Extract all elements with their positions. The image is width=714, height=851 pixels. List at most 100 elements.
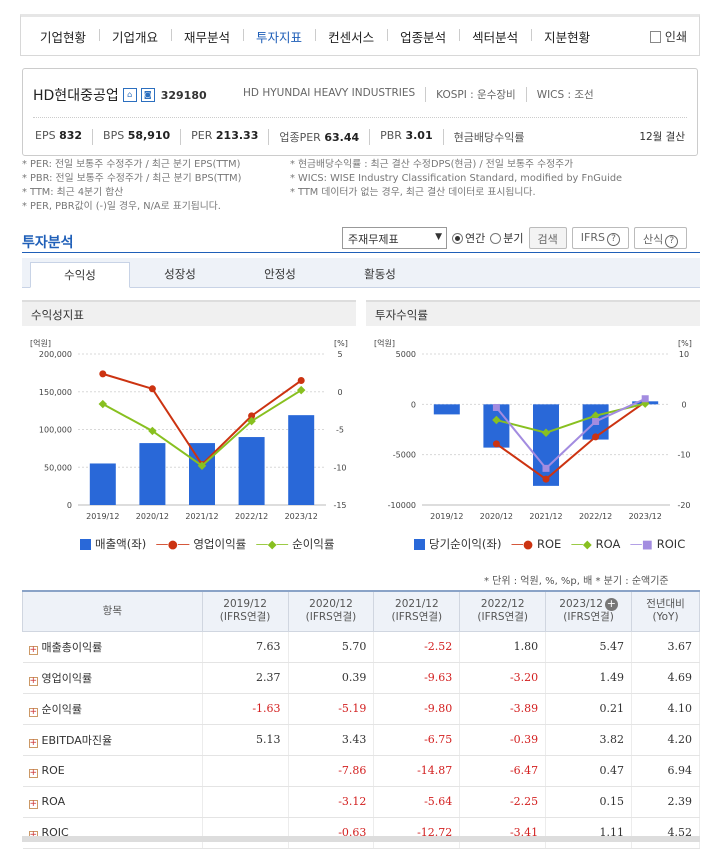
table-cell: -5.64 [373, 786, 461, 818]
note-line: * PER, PBR값이 (-)일 경우, N/A로 표기됩니다. [22, 201, 221, 212]
header-2022: 2022/12 (IFRS연결) [459, 590, 547, 632]
table-cell: 0.21 [545, 693, 633, 725]
expand-icon[interactable]: + [28, 738, 38, 748]
table-cell: -3.20 [459, 662, 547, 694]
expand-icon[interactable]: + [28, 768, 38, 778]
company-name[interactable]: HD현대중공업 [33, 85, 119, 105]
section-title: 투자분석 [22, 235, 74, 251]
tab-activity[interactable]: 활동성 [330, 262, 430, 288]
x-tick-label: 2023/12 [629, 512, 662, 521]
right-tick-label: 0 [681, 400, 686, 409]
horizontal-scrollbar[interactable] [22, 836, 700, 842]
legend-item[interactable]: ―◆― 순이익률 [256, 536, 334, 552]
table-cell: -2.25 [459, 786, 547, 818]
right-tick-label: -10 [677, 451, 690, 460]
header-2023: 2023/12 + (IFRS연결) [545, 590, 633, 632]
table-row: + ROIC -0.63 -12.72 -3.41 1.11 4.52 [22, 817, 700, 849]
data-point [99, 370, 107, 378]
legend-item[interactable]: 당기순이익(좌) [414, 536, 501, 552]
table-cell: 5.47 [545, 631, 633, 663]
radio-annual[interactable]: 연간 [452, 230, 485, 246]
expand-icon[interactable]: + [28, 799, 38, 809]
table-cell: 1.49 [545, 662, 633, 694]
legend-item[interactable]: ―● ROE [511, 537, 561, 551]
row-label[interactable]: + ROA [22, 786, 203, 818]
table-cell: 7.63 [202, 631, 289, 663]
data-point [98, 399, 108, 409]
table-cell: -2.52 [373, 631, 461, 663]
nav-item-company-status[interactable]: 기업현황 [27, 27, 99, 46]
chart1-legend: 매출액(좌) ―●― 영업이익률 ―◆― 순이익률 [80, 536, 334, 552]
stat-bps: BPS 58,910 [92, 129, 180, 145]
right-tick-label: -15 [333, 501, 346, 510]
table-cell [202, 786, 289, 818]
note-line: * 현금배당수익률 : 최근 결산 수정DPS(현금) / 전일 보통주 수정주… [290, 159, 574, 170]
table-cell: -7.86 [288, 755, 375, 787]
table-cell: 5.13 [202, 724, 289, 756]
settlement-month: 12월 결산 [639, 131, 685, 143]
legend-line-swatch-icon: ―●― [156, 537, 190, 551]
tab-growth[interactable]: 성장성 [130, 262, 230, 288]
search-button[interactable]: 검색 [528, 227, 567, 249]
profitability-chart: 200,000 150,000 100,000 50,000 0 5 0 -5 -10 -15 [억… [30, 338, 348, 521]
x-tick-label: 2020/12 [136, 512, 169, 521]
nav-item-financial-analysis[interactable]: 재무분석 [171, 27, 243, 46]
tab-profitability[interactable]: 수익성 [30, 262, 130, 288]
add-column-icon[interactable]: + [604, 598, 618, 612]
row-label[interactable]: + 매출총이익률 [22, 631, 203, 663]
table-cell: -6.75 [373, 724, 461, 756]
expand-icon[interactable]: + [28, 645, 38, 655]
expand-icon[interactable]: + [28, 676, 38, 686]
row-label[interactable]: + 영업이익률 [22, 662, 203, 694]
table-row: + 순이익률 -1.63 -5.19 -9.80 -3.89 0.21 4.10 [22, 693, 700, 725]
x-tick-label: 2022/12 [579, 512, 612, 521]
right-unit-label: [%] [678, 339, 692, 348]
nav-item-investment-indicators[interactable]: 투자지표 [243, 27, 315, 46]
notes-right: * 현금배당수익률 : 최근 결산 수정DPS(현금) / 전일 보통주 수정주… [290, 158, 700, 200]
table-cell: -0.39 [459, 724, 547, 756]
nav-item-consensus[interactable]: 컨센서스 [315, 27, 387, 46]
table-cell: -9.63 [373, 662, 461, 694]
table-cell [202, 817, 289, 849]
print-button[interactable]: 인쇄 [649, 28, 687, 45]
nav-item-sector-analysis[interactable]: 섹터분석 [459, 27, 531, 46]
header-item: 항목 [22, 590, 203, 632]
radio-quarter[interactable]: 분기 [490, 230, 524, 246]
notes-left: * PER: 전일 보통주 수정주가 / 최근 분기 EPS(TTM) * PB… [22, 158, 290, 214]
row-label[interactable]: + ROIC [22, 817, 203, 849]
row-label[interactable]: + 순이익률 [22, 693, 203, 725]
nav-item-industry-analysis[interactable]: 업종분석 [387, 27, 459, 46]
company-english-name: HD HYUNDAI HEAVY INDUSTRIES [243, 87, 416, 99]
row-label[interactable]: + EBITDA마진율 [22, 724, 203, 756]
filter-controls: 주재무제표 연간 분기 검색 IFRS? 산식? [342, 227, 688, 249]
table-cell [202, 755, 289, 787]
tab-stability[interactable]: 안정성 [230, 262, 330, 288]
statement-select[interactable]: 주재무제표 [342, 227, 447, 249]
table-cell: 0.47 [545, 755, 633, 787]
home-icon[interactable]: ⌂ [122, 88, 137, 102]
legend-item[interactable]: ―■ ROIC [630, 537, 685, 551]
wics-info: WICS : 조선 [525, 87, 604, 102]
header-2019: 2019/12 (IFRS연결) [201, 590, 289, 632]
legend-item[interactable]: 매출액(좌) [80, 536, 146, 552]
expand-icon[interactable]: + [28, 707, 38, 717]
legend-item[interactable]: ―●― 영업이익률 [156, 536, 246, 552]
help-icon: ? [665, 235, 679, 248]
nav-item-company-overview[interactable]: 기업개요 [99, 27, 171, 46]
bar [238, 437, 265, 505]
bar [139, 443, 166, 505]
formula-button[interactable]: 산식? [633, 227, 688, 249]
right-tick-label: 5 [337, 350, 342, 359]
legend-line-swatch-icon: ―◆ [571, 537, 592, 551]
left-tick-label: 0 [67, 501, 72, 510]
x-tick-label: 2019/12 [430, 512, 463, 521]
nav-item-shareholding[interactable]: 지분현황 [531, 27, 603, 46]
row-label[interactable]: + ROE [22, 755, 203, 787]
chart2-legend: 당기순이익(좌) ―● ROE ―◆ ROA ―■ ROIC [414, 536, 685, 552]
ir-icon[interactable]: ◙ [140, 88, 155, 102]
key-stats: EPS 832 BPS 58,910 PER 213.33 업종PER 63.4… [35, 129, 534, 145]
ifrs-button[interactable]: IFRS? [571, 227, 629, 249]
stock-code: 329180 [160, 88, 207, 102]
table-cell: 3.67 [631, 631, 700, 663]
legend-item[interactable]: ―◆ ROA [571, 537, 620, 551]
